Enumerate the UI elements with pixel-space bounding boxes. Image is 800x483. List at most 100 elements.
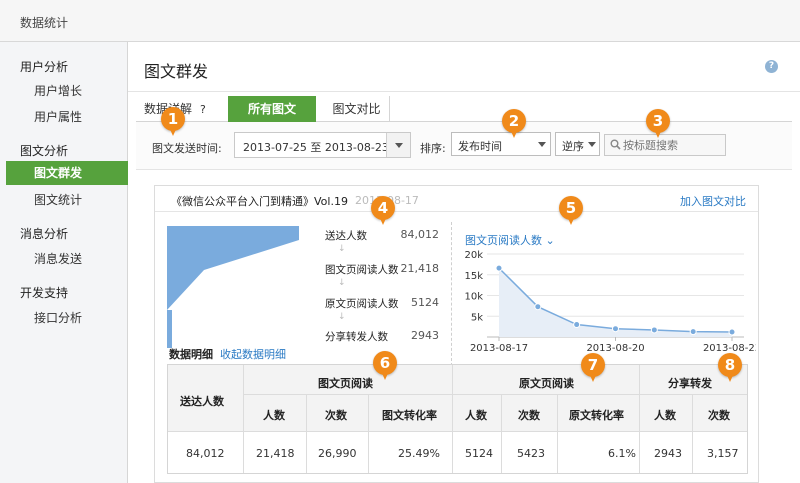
article-card-header: 《微信公众平台入门到精通》Vol.19 2013-08-17 加入图文对比 bbox=[155, 186, 758, 212]
callout-marker-3: 3 bbox=[646, 109, 670, 138]
collapse-detail-link[interactable]: 收起数据明细 bbox=[220, 346, 286, 362]
y-tick-label: 15k bbox=[464, 271, 483, 282]
sidebar-item-user-growth[interactable]: 用户增长 bbox=[34, 82, 82, 99]
top-bar: 数据统计 bbox=[0, 0, 800, 42]
add-to-compare-link[interactable]: 加入图文对比 bbox=[680, 193, 746, 209]
data-point bbox=[650, 326, 658, 334]
sidebar-item-user-attributes[interactable]: 用户属性 bbox=[34, 108, 82, 125]
divider bbox=[243, 365, 244, 473]
sidebar-item-message-send[interactable]: 消息发送 bbox=[34, 250, 82, 267]
cell-share-times: 3,157 bbox=[707, 447, 739, 460]
callout-marker-2: 2 bbox=[502, 109, 526, 138]
divider bbox=[692, 394, 693, 473]
down-arrow-icon: ↓ bbox=[338, 244, 346, 254]
sidebar-item-api-analysis[interactable]: 接口分析 bbox=[34, 309, 82, 326]
data-point bbox=[728, 328, 736, 336]
funnel-shape bbox=[167, 226, 299, 310]
col-reach-header: 送达人数 bbox=[180, 395, 224, 408]
divider bbox=[501, 394, 502, 473]
sidebar-group-article-analysis: 图文分析 bbox=[20, 144, 69, 158]
tab-article-compare[interactable]: 图文对比 bbox=[324, 96, 390, 122]
callout-marker-6: 6 bbox=[373, 351, 397, 380]
col-origin-people: 人数 bbox=[465, 409, 487, 422]
y-tick-label: 10k bbox=[464, 292, 483, 303]
metric-share-value: 2943 bbox=[411, 329, 439, 342]
order-select[interactable]: 逆序 bbox=[555, 132, 600, 156]
data-detail-label: 数据明细 bbox=[169, 348, 213, 361]
cell-origin-rate: 6.1% bbox=[608, 447, 636, 460]
col-article-rate: 图文转化率 bbox=[382, 409, 437, 422]
read-trend-chart: 20k 15k 10k 5k 2013-08-17 2013-08-20 2013-08-2… bbox=[464, 250, 756, 352]
metric-reach-label: 送达人数 bbox=[325, 230, 367, 242]
sidebar-item-article-broadcast[interactable]: 图文群发 bbox=[6, 161, 128, 185]
chevron-down-icon bbox=[538, 142, 546, 147]
cell-reach: 84,012 bbox=[186, 447, 225, 460]
cell-article-rate: 25.49% bbox=[398, 447, 440, 460]
date-range-value: 2013-07-25 至 2013-08-23 bbox=[243, 141, 389, 154]
group-article-header: 图文页阅读 bbox=[318, 377, 373, 390]
sort-label: 排序: bbox=[420, 142, 446, 155]
divider bbox=[368, 394, 369, 473]
cell-share-people: 2943 bbox=[654, 447, 682, 460]
search-input[interactable] bbox=[623, 137, 723, 153]
tab-all-articles[interactable]: 所有图文 bbox=[228, 96, 316, 122]
page-title: 图文群发 bbox=[144, 62, 209, 81]
date-range-picker[interactable]: 2013-07-25 至 2013-08-23 bbox=[234, 132, 411, 158]
top-bar-title: 数据统计 bbox=[20, 16, 69, 30]
data-explain-help-icon[interactable]: ? bbox=[200, 97, 206, 123]
data-point bbox=[495, 264, 503, 272]
x-tick-label: 2013-08-23 bbox=[703, 343, 756, 352]
date-label: 图文发送时间: bbox=[152, 142, 222, 155]
callout-marker-1: 1 bbox=[161, 107, 185, 136]
chevron-down-icon bbox=[395, 143, 403, 148]
funnel-tail bbox=[167, 310, 172, 348]
sort-value: 发布时间 bbox=[458, 140, 502, 153]
divider bbox=[128, 91, 800, 92]
col-article-people: 人数 bbox=[263, 409, 285, 422]
data-point bbox=[534, 303, 542, 311]
col-share-people: 人数 bbox=[654, 409, 676, 422]
cell-origin-people: 5124 bbox=[465, 447, 493, 460]
group-share-header: 分享转发 bbox=[668, 377, 712, 390]
callout-marker-4: 4 bbox=[371, 196, 395, 225]
cell-article-people: 21,418 bbox=[256, 447, 295, 460]
callout-marker-7: 7 bbox=[581, 353, 605, 382]
divider bbox=[639, 365, 640, 473]
date-dropdown-button[interactable] bbox=[386, 133, 410, 157]
group-origin-header: 原文页阅读 bbox=[519, 377, 574, 390]
x-tick-label: 2013-08-17 bbox=[470, 343, 528, 352]
search-box[interactable] bbox=[604, 134, 726, 156]
callout-marker-5: 5 bbox=[559, 196, 583, 225]
article-title: 《微信公众平台入门到精通》Vol.19 bbox=[171, 195, 348, 208]
col-origin-rate: 原文转化率 bbox=[569, 409, 624, 422]
metric-article-read-value: 21,418 bbox=[400, 262, 440, 275]
metric-origin-read-value: 5124 bbox=[411, 296, 439, 309]
col-article-times: 次数 bbox=[325, 409, 347, 422]
callout-marker-8: 8 bbox=[718, 353, 742, 382]
help-icon[interactable]: ? bbox=[765, 60, 778, 73]
sort-select[interactable]: 发布时间 bbox=[451, 132, 551, 156]
col-origin-times: 次数 bbox=[518, 409, 540, 422]
sidebar-item-article-stats[interactable]: 图文统计 bbox=[34, 191, 82, 208]
divider bbox=[557, 394, 558, 473]
chevron-down-icon bbox=[588, 142, 596, 147]
filter-bar: 图文发送时间: 2013-07-25 至 2013-08-23 排序: 发布时间… bbox=[136, 122, 792, 170]
order-value: 逆序 bbox=[562, 140, 584, 153]
sidebar-group-message-analysis: 消息分析 bbox=[20, 227, 69, 241]
article-card: 《微信公众平台入门到精通》Vol.19 2013-08-17 加入图文对比 送达… bbox=[154, 185, 759, 483]
data-table: 送达人数 图文页阅读 原文页阅读 分享转发 人数 次数 图文转化率 人数 次数 … bbox=[167, 364, 748, 474]
sidebar: 用户分析 用户增长 用户属性 图文分析 图文群发 图文统计 消息分析 消息发送 … bbox=[0, 42, 128, 483]
data-point bbox=[689, 328, 697, 336]
metric-reach-value: 84,012 bbox=[400, 228, 440, 241]
divider bbox=[306, 394, 307, 473]
y-tick-label: 5k bbox=[471, 312, 483, 323]
col-share-times: 次数 bbox=[708, 409, 730, 422]
search-icon bbox=[610, 139, 621, 150]
funnel-chart bbox=[167, 226, 299, 348]
down-arrow-icon: ↓ bbox=[338, 312, 346, 322]
sidebar-group-dev-support: 开发支持 bbox=[20, 286, 69, 300]
down-arrow-icon: ↓ bbox=[338, 278, 346, 288]
sidebar-group-user-analysis: 用户分析 bbox=[20, 60, 69, 74]
divider bbox=[168, 431, 747, 432]
divider bbox=[243, 394, 747, 395]
